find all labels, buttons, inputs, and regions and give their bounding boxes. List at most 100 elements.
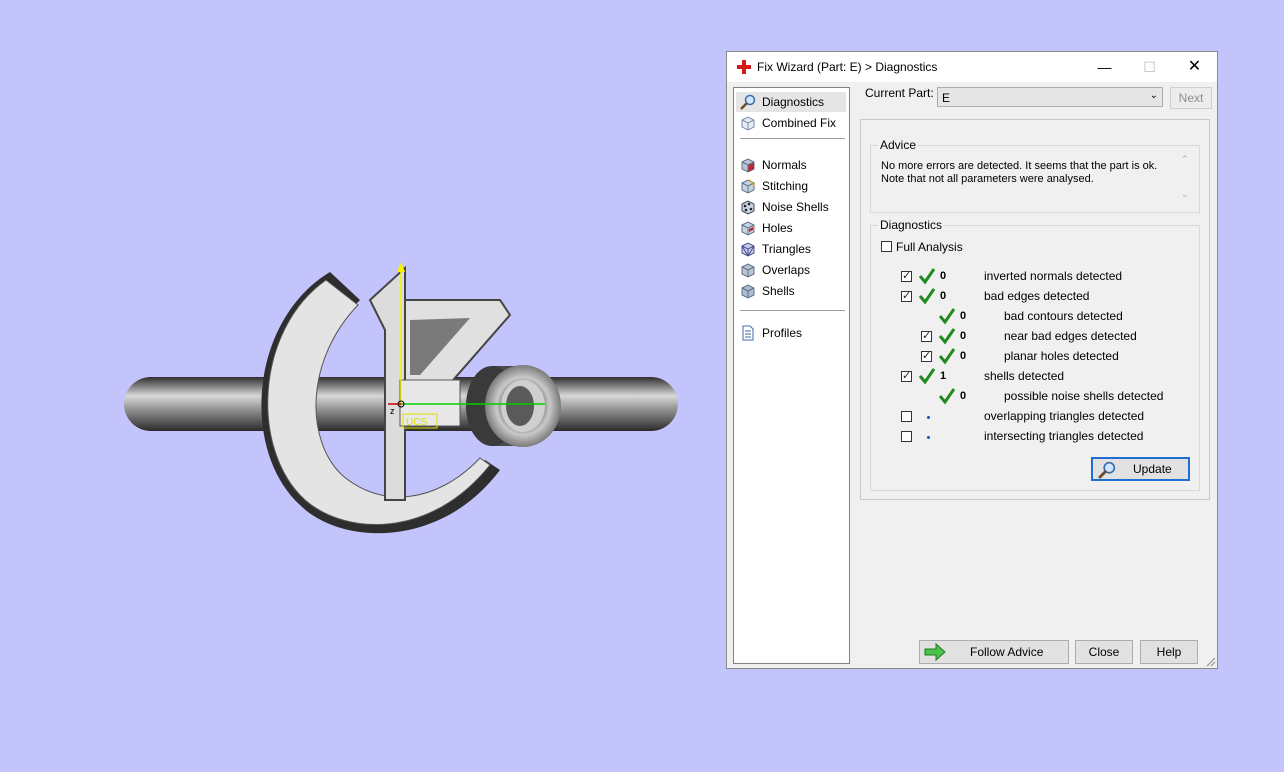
next-button[interactable]: Next [1170, 87, 1212, 109]
full-analysis-label: Full Analysis [896, 240, 963, 254]
follow-advice-button[interactable]: Follow Advice [919, 640, 1069, 664]
green-check-icon [938, 308, 956, 325]
ucs-label: UCS [406, 417, 427, 428]
green-check-icon [918, 288, 936, 305]
axis-z-label: z [390, 406, 395, 416]
planar-holes-count: 0 [960, 350, 967, 362]
pending-dot-icon [927, 436, 930, 439]
maximize-icon[interactable]: ☐ [1127, 52, 1172, 82]
nav-item-triangles[interactable]: Triangles [736, 239, 846, 259]
advice-line: No more errors are detected. It seems th… [881, 160, 1158, 172]
shells-checkbox[interactable] [901, 369, 912, 382]
nav-item-diagnostics[interactable]: Diagnostics [736, 92, 846, 112]
nav-item-stitching[interactable]: Stitching [736, 176, 846, 196]
green-check-icon [938, 328, 956, 345]
nav-item-shells[interactable]: Shells [736, 281, 846, 301]
shells-label: shells detected [984, 369, 1065, 383]
noise-shells-icon [741, 200, 755, 215]
noise-shells-label: possible noise shells detected [1004, 389, 1164, 403]
current-part-label: Current Part: [865, 86, 934, 100]
green-check-icon [938, 388, 956, 405]
red-cross-icon [737, 60, 751, 74]
triangles-cube-icon [741, 242, 755, 257]
nav-item-normals[interactable]: Normals [736, 155, 846, 175]
green-check-icon [918, 268, 936, 285]
cylinder-boss [466, 365, 561, 447]
nav-label: Shells [762, 284, 795, 298]
green-check-icon [938, 348, 956, 365]
diagnostics-group: Diagnostics Full Analysis 0 inverted nor… [870, 218, 1200, 491]
near-bad-edges-count: 0 [960, 330, 967, 342]
nav-label: Normals [762, 158, 807, 172]
near-bad-edges-label: near bad edges detected [1004, 329, 1137, 343]
pending-dot-icon [927, 416, 930, 419]
near-bad-edges-checkbox[interactable] [921, 329, 932, 342]
bad-edges-count: 0 [940, 290, 947, 302]
stitching-cube-icon [741, 179, 755, 194]
overlapping-triangles-label: overlapping triangles detected [984, 409, 1145, 423]
nav-label: Holes [762, 221, 793, 235]
nav-item-overlaps[interactable]: Overlaps [736, 260, 846, 280]
chevron-down-icon: ⌄ [1149, 90, 1158, 101]
normals-cube-icon [741, 158, 755, 173]
nav-divider [740, 310, 845, 311]
nav-label: Diagnostics [762, 95, 825, 109]
close-icon[interactable]: ✕ [1172, 52, 1217, 82]
advice-line: Note that not all parameters were analys… [881, 173, 1094, 185]
holes-cube-icon [741, 221, 755, 236]
minimize-icon[interactable]: — [1082, 52, 1127, 82]
3d-viewport[interactable]: z UCS [0, 0, 726, 769]
intersecting-triangles-checkbox[interactable] [901, 431, 912, 442]
nav-label: Noise Shells [762, 200, 829, 214]
shells-cube-icon [741, 284, 755, 299]
follow-advice-label: Follow Advice [970, 645, 1044, 659]
scroll-up-icon[interactable]: ⌃ [1181, 154, 1189, 165]
title-bar[interactable]: Fix Wizard (Part: E) > Diagnostics — ☐ ✕ [727, 52, 1217, 82]
close-button[interactable]: Close [1075, 640, 1133, 664]
nav-label: Profiles [762, 326, 803, 340]
nav-item-profiles[interactable]: Profiles [736, 323, 846, 343]
inverted-normals-checkbox[interactable] [901, 269, 912, 282]
inverted-normals-count: 0 [940, 270, 947, 282]
current-part-select[interactable]: E ⌄ [937, 87, 1163, 107]
bad-edges-checkbox[interactable] [901, 289, 912, 302]
planar-holes-checkbox[interactable] [921, 349, 932, 362]
nav-label: Triangles [762, 242, 811, 256]
nav-item-combined-fix[interactable]: Combined Fix [736, 113, 846, 133]
shells-count: 1 [940, 370, 947, 382]
resize-grip-icon[interactable] [1206, 657, 1216, 667]
bad-contours-count: 0 [960, 310, 967, 322]
nav-label: Stitching [762, 179, 809, 193]
update-label: Update [1133, 462, 1172, 476]
full-analysis-checkbox[interactable] [881, 241, 892, 252]
overlapping-triangles-checkbox[interactable] [901, 411, 912, 422]
nav-label: Overlaps [762, 263, 811, 277]
green-check-icon [918, 368, 936, 385]
advice-group: Advice No more errors are detected. It s… [870, 138, 1200, 213]
nav-divider [740, 138, 845, 139]
scroll-down-icon[interactable]: ⌄ [1181, 189, 1189, 200]
model-render: z UCS [124, 262, 678, 534]
advice-text: No more errors are detected. It seems th… [881, 160, 1161, 186]
fix-wizard-dialog: Fix Wizard (Part: E) > Diagnostics — ☐ ✕… [726, 51, 1218, 669]
overlaps-cube-icon [741, 263, 755, 278]
dialog-title: Fix Wizard (Part: E) > Diagnostics [757, 60, 938, 74]
magnifier-icon [740, 94, 756, 110]
bad-contours-label: bad contours detected [1004, 309, 1123, 323]
nav-item-noise-shells[interactable]: Noise Shells [736, 197, 846, 217]
noise-shells-count: 0 [960, 390, 967, 402]
nav-label: Combined Fix [762, 116, 837, 130]
update-button[interactable]: Update [1091, 457, 1190, 481]
inverted-normals-label: inverted normals detected [984, 269, 1123, 283]
help-button[interactable]: Help [1140, 640, 1198, 664]
diagnostics-title: Diagnostics [878, 218, 945, 232]
advice-scrollbar[interactable]: ⌃ ⌄ [1181, 154, 1191, 200]
advice-title: Advice [878, 138, 919, 152]
nav-item-holes[interactable]: Holes [736, 218, 846, 238]
bad-edges-label: bad edges detected [984, 289, 1090, 303]
intersecting-triangles-label: intersecting triangles detected [984, 429, 1144, 443]
wizard-nav: Diagnostics Combined Fix Normals Stitchi… [733, 87, 850, 664]
magnifier-icon [1098, 461, 1116, 479]
current-part-value: E [942, 91, 951, 105]
cube-icon [741, 116, 755, 131]
